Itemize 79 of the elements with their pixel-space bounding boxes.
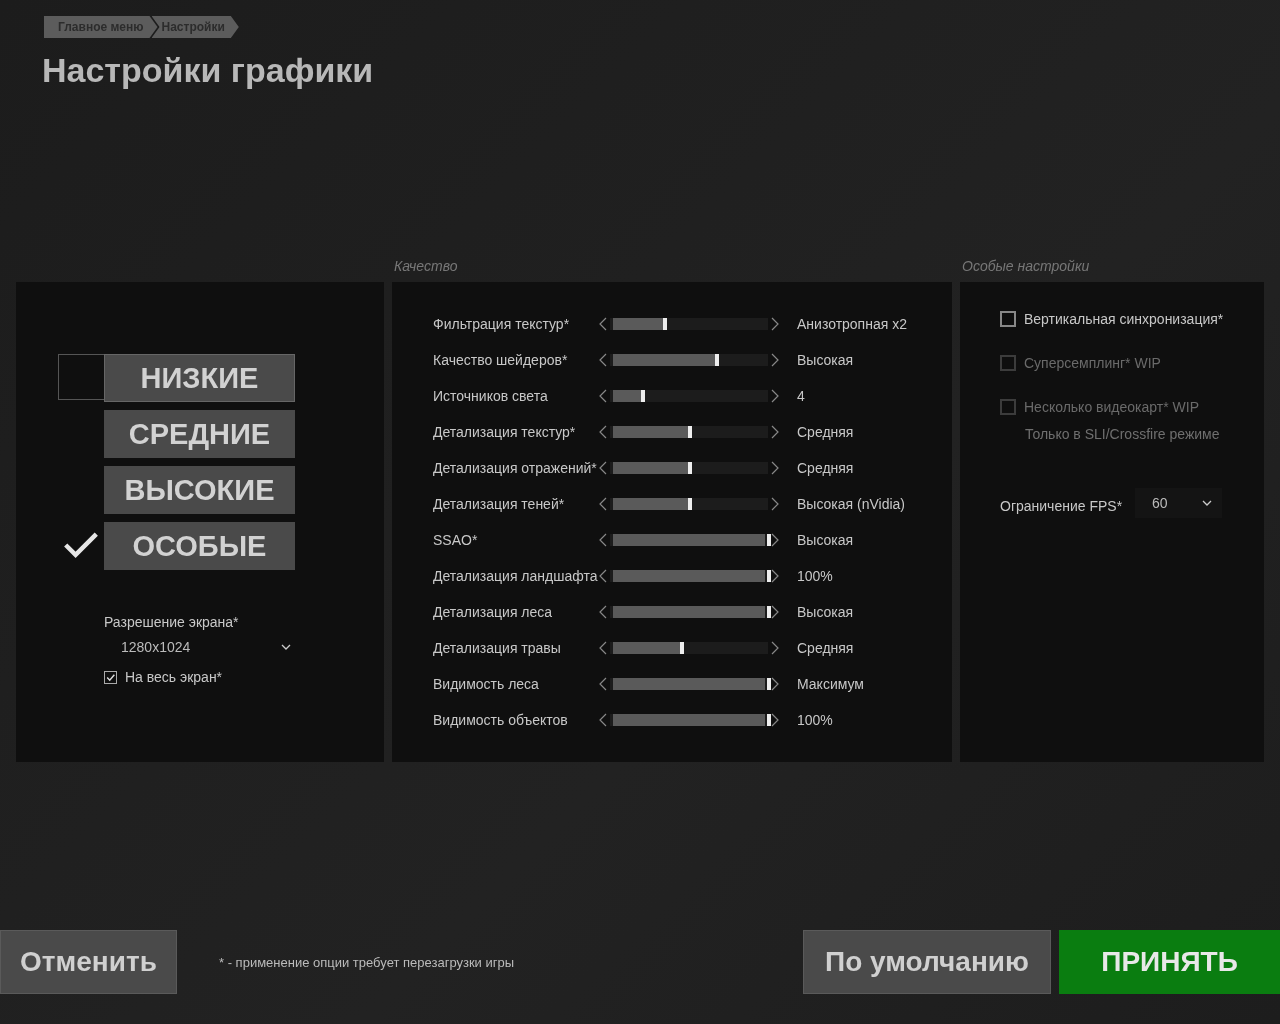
chevron-left-icon[interactable] [599, 569, 607, 583]
preset-button[interactable]: СРЕДНИЕ [104, 410, 295, 458]
setting-value: Высокая (nVidia) [797, 496, 906, 512]
chevron-right-icon[interactable] [771, 425, 779, 439]
option-note: Только в SLI/Crossfire режиме [1025, 426, 1221, 442]
resolution-dropdown[interactable]: 1280x1024 [104, 632, 297, 662]
setting-value: 100% [797, 568, 833, 584]
cancel-button[interactable]: Отменить [0, 930, 177, 994]
setting-value: Средняя [797, 460, 854, 476]
chevron-left-icon[interactable] [599, 641, 607, 655]
checkbox[interactable] [1000, 311, 1016, 327]
chevron-left-icon[interactable] [599, 353, 607, 367]
chevron-right-icon[interactable] [771, 533, 779, 547]
footnote: * - применение опции требует перезагрузки игры [219, 954, 516, 970]
chevron-right-icon[interactable] [771, 605, 779, 619]
slider-track[interactable] [610, 462, 768, 474]
setting-value: Анизотропная x2 [797, 316, 907, 332]
setting-value: 4 [797, 388, 805, 404]
chevron-left-icon[interactable] [599, 533, 607, 547]
setting-label: Качество шейдеров* [433, 352, 569, 368]
chevron-left-icon[interactable] [599, 677, 607, 691]
slider-track[interactable] [610, 390, 768, 402]
preset-button[interactable]: НИЗКИЕ [104, 354, 295, 402]
slider-track[interactable] [610, 642, 768, 654]
chevron-left-icon[interactable] [599, 461, 607, 475]
chevron-right-icon[interactable] [771, 677, 779, 691]
page-title: Настройки графики [42, 50, 375, 91]
setting-value: Средняя [797, 424, 854, 440]
chevron-right-icon[interactable] [771, 461, 779, 475]
setting-label: Видимость объектов [433, 712, 569, 728]
checkbox-label: Несколько видеокарт* WIP [1024, 399, 1199, 415]
setting-label: Детализация ландшафта [433, 568, 596, 584]
setting-value: 100% [797, 712, 833, 728]
setting-label: Детализация теней* [433, 496, 566, 512]
slider-track[interactable] [610, 354, 768, 366]
setting-label: Видимость леса [433, 676, 540, 692]
setting-label: SSAO* [433, 532, 479, 548]
preset-button[interactable]: ОСОБЫЕ [104, 522, 295, 570]
defaults-button[interactable]: По умолчанию [803, 930, 1051, 994]
chevron-right-icon[interactable] [771, 353, 779, 367]
chevron-right-icon[interactable] [771, 569, 779, 583]
checkbox-label: Суперсемплинг* WIP [1024, 355, 1161, 371]
chevron-right-icon[interactable] [771, 497, 779, 511]
setting-label: Детализация текстур* [433, 424, 577, 440]
section-heading: Качество [393, 257, 459, 276]
chevron-left-icon[interactable] [599, 605, 607, 619]
chevron-right-icon[interactable] [771, 713, 779, 727]
slider-track[interactable] [610, 426, 768, 438]
resolution-label: Разрешение экрана* [104, 613, 240, 632]
slider-track[interactable] [610, 498, 768, 510]
setting-value: Максимум [797, 676, 864, 692]
checkbox-label: На весь экран* [125, 669, 223, 685]
setting-value: Средняя [797, 640, 854, 656]
slider-track[interactable] [610, 318, 768, 330]
chevron-right-icon[interactable] [771, 641, 779, 655]
setting-value: Высокая [797, 532, 854, 548]
setting-label: Детализация травы [433, 640, 562, 656]
setting-value: Высокая [797, 352, 854, 368]
chevron-down-icon [1202, 500, 1212, 506]
checkbox-label: Вертикальная синхронизация* [1024, 311, 1224, 327]
fps-label: Ограничение FPS* [1000, 498, 1124, 514]
setting-label: Детализация леса [433, 604, 554, 620]
chevron-down-icon [281, 644, 291, 650]
chevron-left-icon[interactable] [599, 497, 607, 511]
chevron-right-icon[interactable] [771, 317, 779, 331]
accept-button[interactable]: ПРИНЯТЬ [1059, 930, 1280, 994]
chevron-right-icon[interactable] [771, 389, 779, 403]
chevron-left-icon[interactable] [599, 317, 607, 331]
setting-value: Высокая [797, 604, 854, 620]
section-heading: Особые настройки [961, 257, 1091, 276]
chevron-left-icon[interactable] [599, 713, 607, 727]
preset-button[interactable]: ВЫСОКИЕ [104, 466, 295, 514]
setting-label: Источников света [433, 388, 549, 404]
chevron-left-icon[interactable] [599, 425, 607, 439]
fps-dropdown[interactable]: 60 [1135, 488, 1222, 518]
checkbox[interactable] [104, 670, 117, 684]
setting-label: Фильтрация текстур* [433, 316, 571, 332]
setting-label: Детализация отражений* [433, 460, 596, 476]
chevron-left-icon[interactable] [599, 389, 607, 403]
